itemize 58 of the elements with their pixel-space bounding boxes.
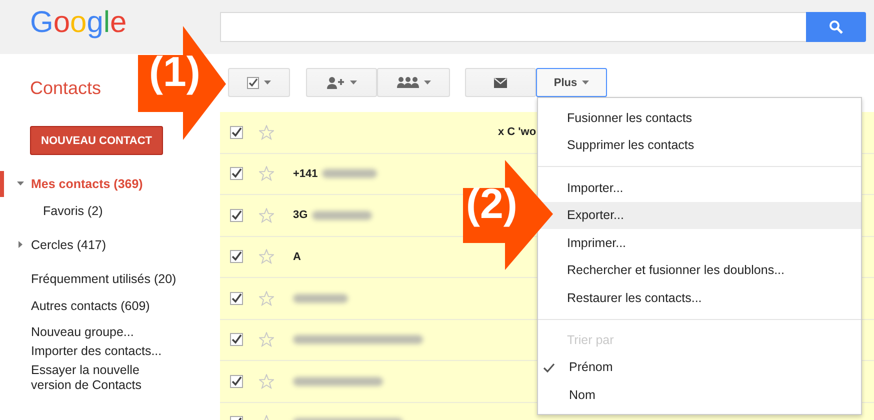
star-icon[interactable]	[259, 332, 274, 348]
select-button[interactable]	[228, 68, 290, 97]
star-icon[interactable]	[259, 249, 274, 264]
star-icon[interactable]	[259, 166, 274, 182]
menu-item[interactable]: Imprimer...	[538, 229, 861, 256]
add-contact-button[interactable]	[306, 68, 377, 97]
contact-name[interactable]: 3G	[293, 209, 308, 222]
row-checkbox[interactable]	[230, 292, 243, 305]
sidebar-link[interactable]: Essayer la nouvelle version de Contacts	[31, 363, 181, 393]
menu-item[interactable]: Importer...	[538, 174, 861, 202]
menu-item[interactable]: Nom	[538, 381, 861, 408]
sidebar-item[interactable]: Favoris (2)	[43, 204, 103, 218]
new-contact-button[interactable]: NOUVEAU CONTACT	[30, 126, 164, 155]
row-checkbox[interactable]	[230, 374, 243, 388]
caret-icon	[582, 79, 590, 86]
row-checkbox[interactable]	[230, 333, 243, 346]
sidebar-link[interactable]: Importer des contacts...	[31, 344, 181, 359]
star-icon[interactable]	[259, 208, 274, 223]
menu-item[interactable]: Fusionner les contacts	[538, 104, 861, 132]
group-icon	[396, 77, 418, 88]
contact-name[interactable]: +141	[293, 168, 318, 180]
row-checkbox[interactable]	[230, 208, 243, 222]
callout-label: (2)	[466, 180, 518, 228]
star-icon[interactable]	[259, 124, 274, 140]
caret-icon	[264, 79, 271, 86]
star-icon[interactable]	[259, 374, 274, 389]
sidebar-item[interactable]: Autres contacts (609)	[31, 298, 150, 312]
mail-icon	[494, 78, 507, 88]
email-button[interactable]	[465, 68, 536, 97]
caret-icon	[424, 79, 430, 86]
sidebar-link[interactable]: Nouveau groupe...	[31, 325, 181, 340]
search-button[interactable]	[806, 12, 866, 42]
sidebar-item[interactable]: Cercles (417)	[31, 238, 106, 252]
add-person-icon	[326, 76, 344, 88]
contact-name[interactable]: A	[293, 250, 301, 263]
menu-item[interactable]: Prénom	[538, 354, 861, 381]
star-icon[interactable]	[259, 290, 274, 306]
group-button[interactable]	[377, 68, 450, 97]
menu-item[interactable]: Supprimer les contacts	[538, 132, 861, 159]
more-button[interactable]: Plus	[536, 68, 607, 97]
search-field[interactable]	[220, 12, 806, 42]
row-checkbox[interactable]	[230, 126, 243, 139]
search-icon	[829, 20, 843, 34]
menu-item[interactable]: Rechercher et fusionner les doublons...	[538, 256, 861, 284]
menu-item[interactable]: Exporter...	[538, 202, 861, 229]
sidebar-item[interactable]: Mes contacts (369)	[31, 176, 143, 190]
collapse-arrow-icon[interactable]	[17, 180, 24, 187]
expand-arrow-icon[interactable]	[17, 241, 24, 248]
menu-item[interactable]: Restaurer les contacts...	[538, 284, 861, 312]
callout-label: (1)	[149, 48, 200, 96]
sidebar-item[interactable]: Fréquemment utilisés (20)	[31, 272, 176, 286]
checkbox-icon	[247, 76, 259, 88]
caret-icon	[350, 79, 356, 86]
contact-detail: x C 'wo	[498, 126, 536, 138]
row-checkbox[interactable]	[230, 167, 243, 180]
row-checkbox[interactable]	[230, 250, 243, 264]
checkmark-icon	[543, 362, 555, 372]
app-title: Contacts	[30, 78, 102, 98]
